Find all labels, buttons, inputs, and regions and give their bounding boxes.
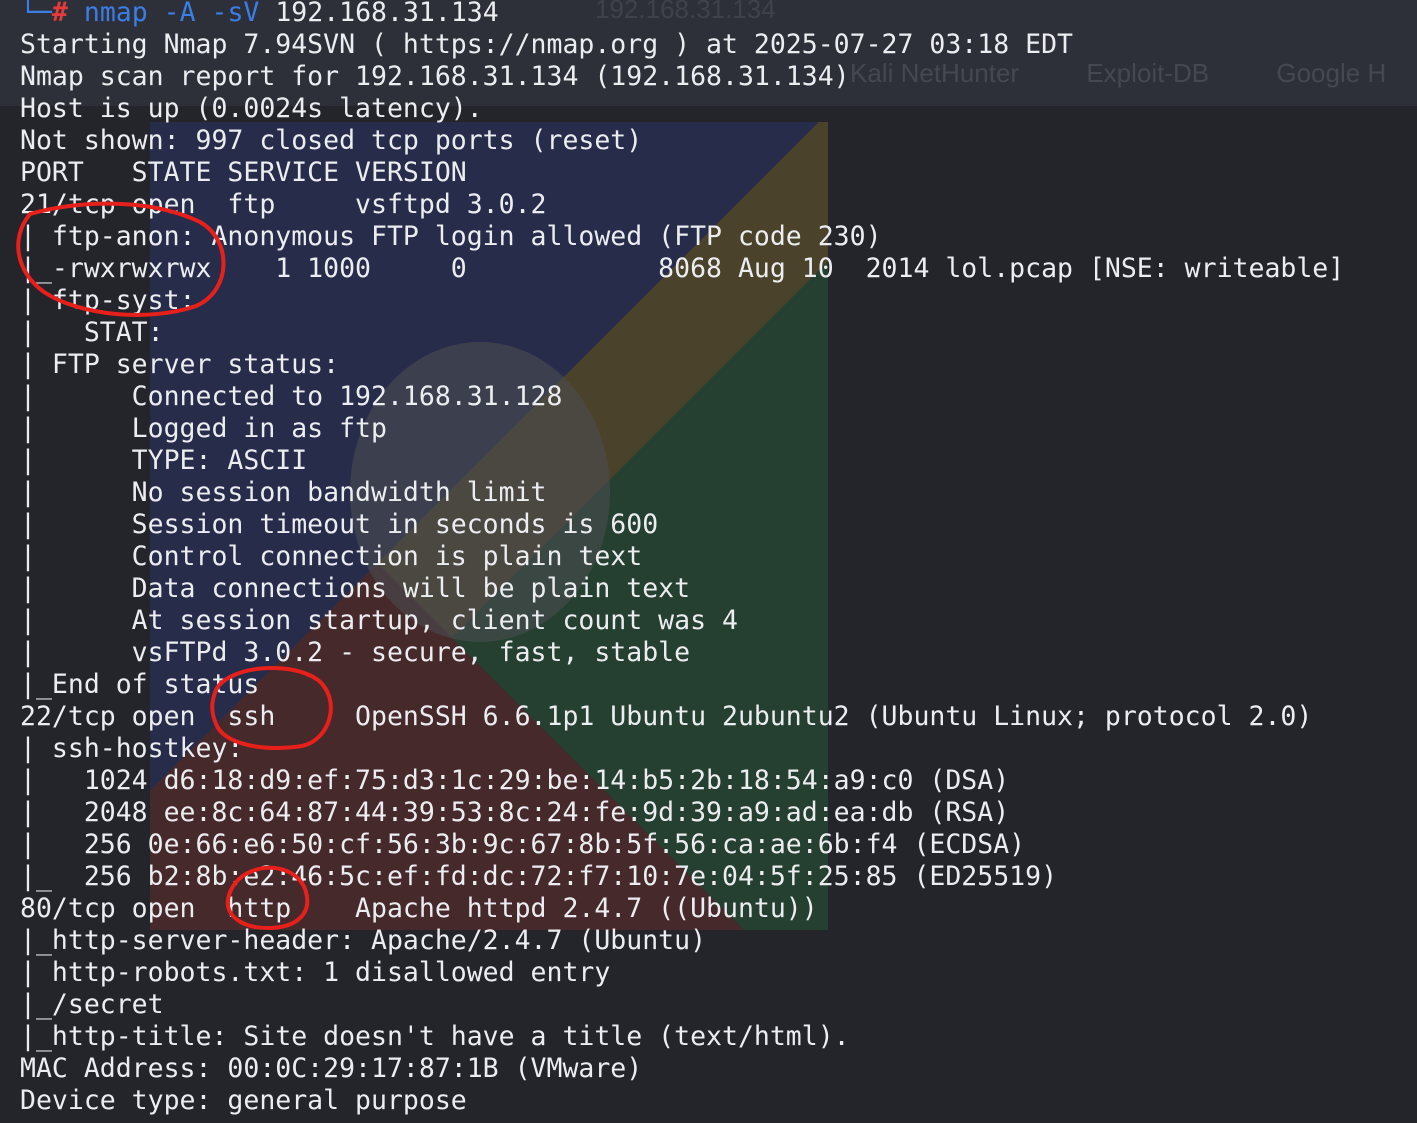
terminal-line: |_http-server-header: Apache/2.4.7 (Ubun… (20, 925, 707, 956)
terminal-line: | 2048 ee:8c:64:87:44:39:53:8c:24:fe:9d:… (20, 797, 1010, 828)
terminal-line: 80/tcp open http Apache httpd 2.4.7 ((Ub… (20, 893, 818, 924)
terminal-line: |_-rwxrwxrwx 1 1000 0 8068 Aug 10 2014 l… (20, 253, 1345, 284)
terminal-line: |_End of status (20, 669, 260, 700)
terminal-line: | 256 0e:66:e6:50:cf:56:3b:9c:67:8b:5f:5… (20, 829, 1026, 860)
terminal-line: | vsFTPd 3.0.2 - secure, fast, stable (20, 637, 691, 668)
prompt-command: nmap -A -sV (83, 0, 260, 28)
terminal-line: | ftp-syst: (20, 285, 212, 316)
terminal-line: | http-robots.txt: 1 disallowed entry (20, 957, 627, 988)
terminal-line: | TYPE: ASCII (20, 445, 308, 476)
terminal-line: Host is up (0.0024s latency). (20, 93, 483, 124)
terminal-line: 21/tcp open ftp vsftpd 3.0.2 (20, 189, 547, 220)
terminal-line: | Data connections will be plain text (20, 573, 691, 604)
terminal-line: Not shown: 997 closed tcp ports (reset) (20, 125, 643, 156)
terminal-line: | At session startup, client count was 4 (20, 605, 738, 636)
terminal-line: MAC Address: 00:0C:29:17:87:1B (VMware) (20, 1053, 643, 1084)
terminal-line: Starting Nmap 7.94SVN ( https://nmap.org… (20, 29, 1073, 60)
terminal-line: |_/secret (20, 989, 164, 1020)
terminal-line: | Control connection is plain text (20, 541, 643, 572)
terminal-line: |_http-title: Site doesn't have a title … (20, 1021, 850, 1052)
terminal-line: | Logged in as ftp (20, 413, 387, 444)
terminal-output[interactable]: └─# nmap -A -sV 192.168.31.134 Starting … (0, 0, 1417, 1123)
terminal-line: | FTP server status: (20, 349, 340, 380)
terminal-line: | ssh-hostkey: (20, 733, 260, 764)
terminal-line: | STAT: (20, 317, 180, 348)
terminal-line: | Session timeout in seconds is 600 (20, 509, 659, 540)
terminal-line: 22/tcp open ssh OpenSSH 6.6.1p1 Ubuntu 2… (20, 701, 1313, 732)
terminal-line: | No session bandwidth limit (20, 477, 547, 508)
prompt-target: 192.168.31.134 (275, 0, 499, 28)
terminal-line: Nmap scan report for 192.168.31.134 (192… (20, 61, 850, 92)
terminal-line: PORT STATE SERVICE VERSION (20, 157, 467, 188)
terminal-line: |_ 256 b2:8b:e2:46:5c:ef:fd:dc:72:f7:10:… (20, 861, 1058, 892)
terminal-line: | Connected to 192.168.31.128 (20, 381, 563, 412)
terminal-line: Device type: general purpose (20, 1085, 467, 1116)
prompt-line: └─# nmap -A -sV 192.168.31.134 (20, 0, 499, 29)
prompt-corner: └─ (20, 0, 52, 28)
terminal-line: | 1024 d6:18:d9:ef:75:d3:1c:29:be:14:b5:… (20, 765, 1010, 796)
prompt-hash: # (51, 0, 68, 28)
terminal-line: | ftp-anon: Anonymous FTP login allowed … (20, 221, 882, 252)
